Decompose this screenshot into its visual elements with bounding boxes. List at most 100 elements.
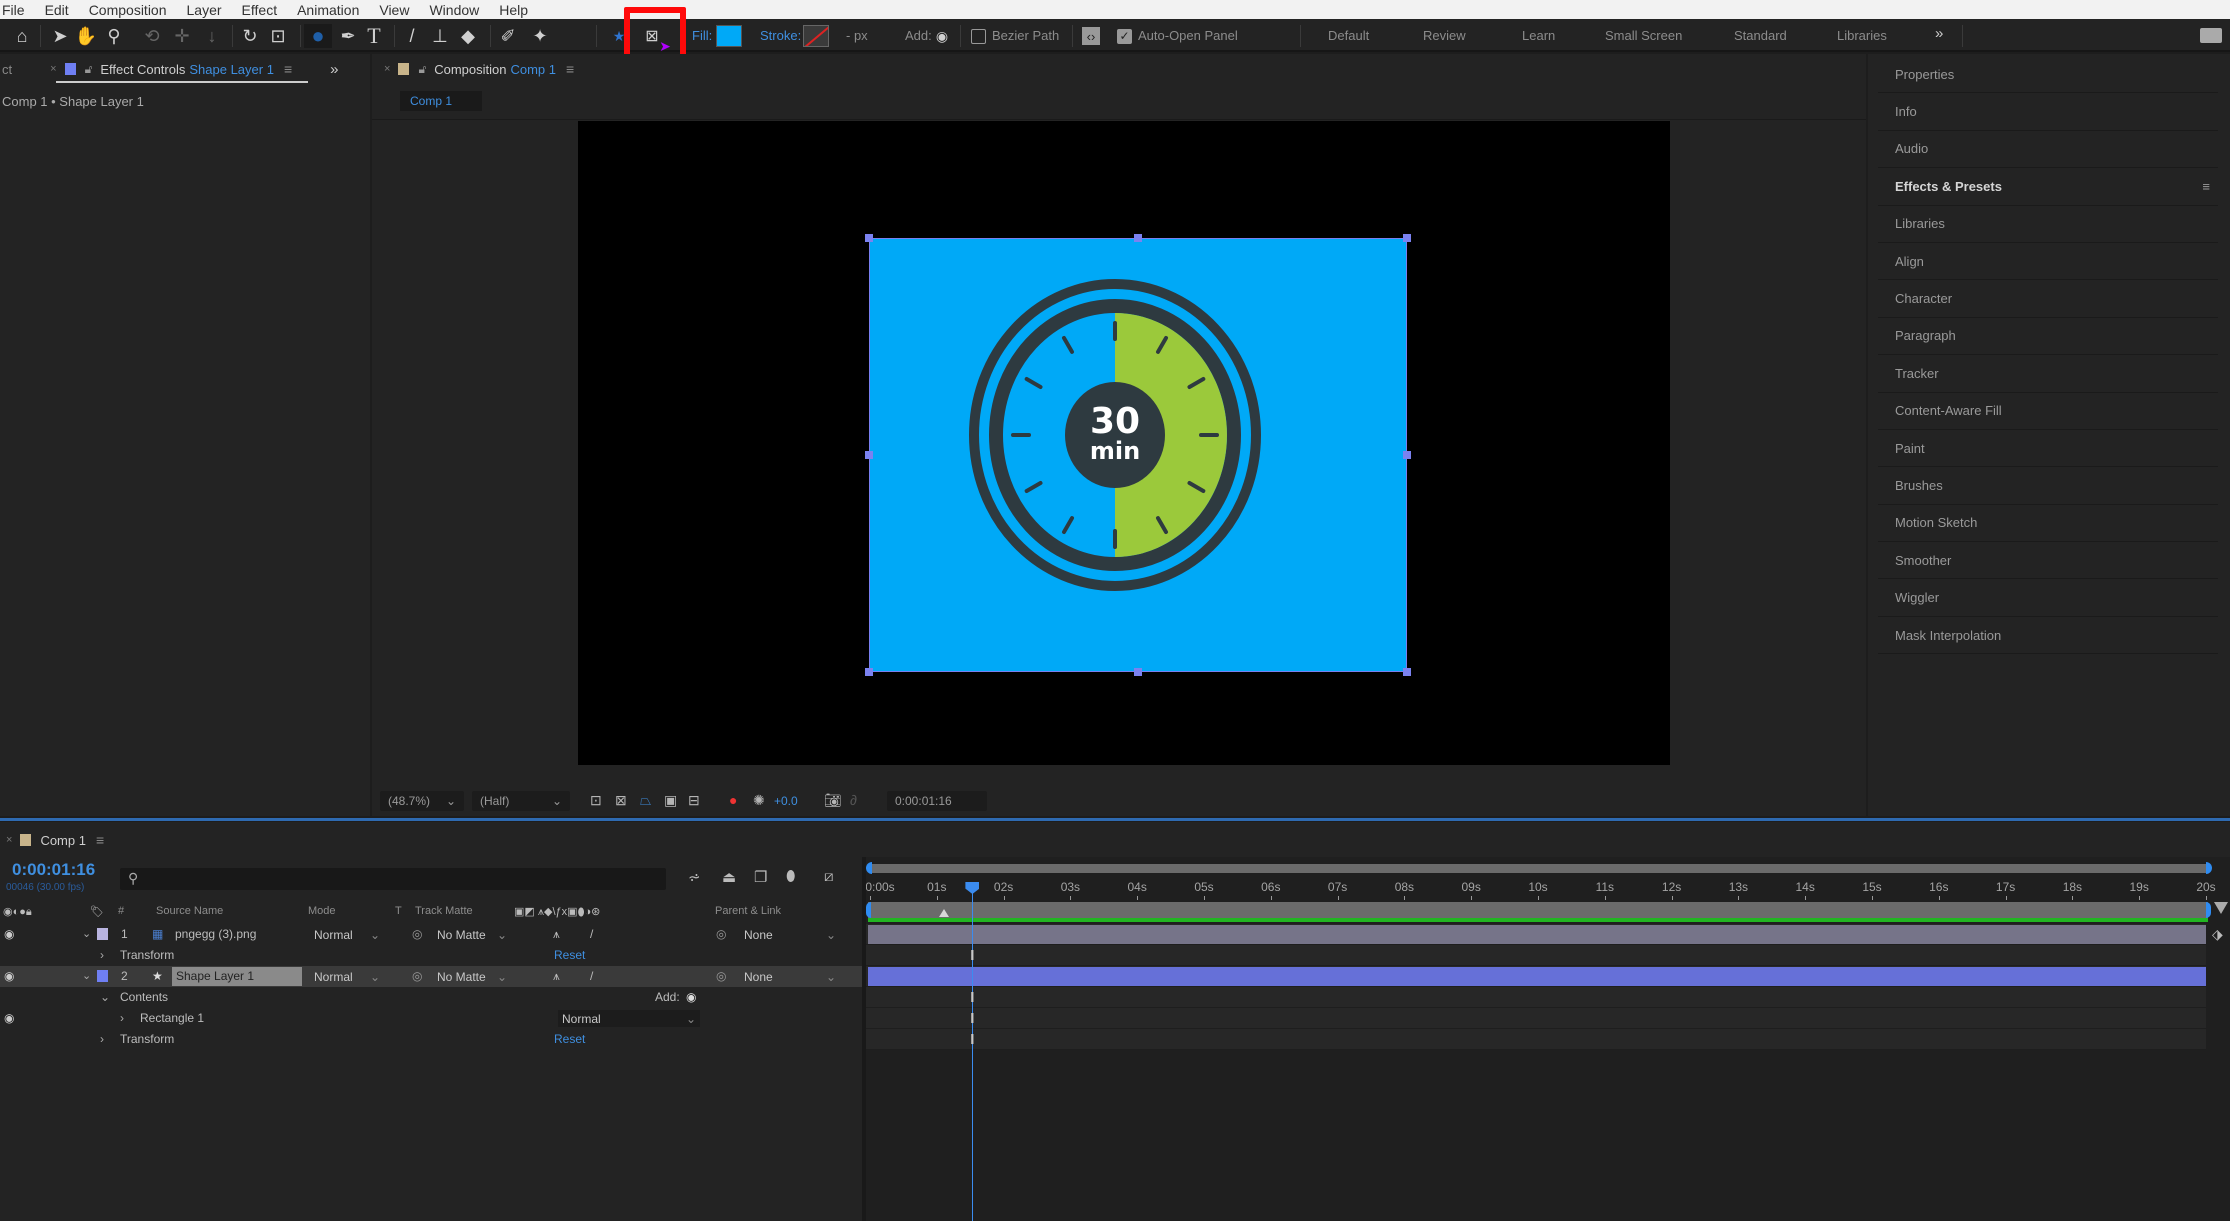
tab-composition[interactable]: Composition: [434, 62, 506, 77]
track-row[interactable]: [866, 987, 2206, 1008]
panel-menu-icon[interactable]: ≡: [96, 832, 104, 848]
workspace-standard[interactable]: Standard: [1734, 28, 1787, 43]
transform-handle[interactable]: [1403, 668, 1411, 676]
frame-blending-icon[interactable]: ❐: [754, 868, 767, 886]
panel-item-smoother[interactable]: Smoother: [1878, 542, 2218, 580]
panel-item-properties[interactable]: Properties: [1878, 56, 2218, 94]
grid-guide-icon[interactable]: ▣: [664, 792, 677, 809]
layer-name[interactable]: pngegg (3).png: [175, 927, 256, 941]
fill-swatch[interactable]: [716, 25, 742, 47]
dolly-camera-icon[interactable]: ↓: [200, 24, 224, 48]
comp-marker-icon[interactable]: [939, 909, 949, 917]
tab-effect-controls-layer[interactable]: Shape Layer 1: [189, 62, 274, 77]
expand-chevron-icon[interactable]: ›: [100, 1032, 104, 1046]
source-name-header[interactable]: Source Name: [156, 905, 223, 917]
menu-composition[interactable]: Composition: [89, 2, 167, 18]
panel-item-tracker[interactable]: Tracker: [1878, 355, 2218, 393]
close-tab-icon[interactable]: ×: [6, 834, 12, 846]
exposure-value[interactable]: +0.0: [774, 794, 798, 808]
panel-item-paragraph[interactable]: Paragraph: [1878, 318, 2218, 356]
work-area-start-handle[interactable]: [866, 862, 872, 874]
workspace-overflow-button[interactable]: »: [1935, 25, 1943, 42]
menu-effect[interactable]: Effect: [242, 2, 278, 18]
panel-item-libraries[interactable]: Libraries: [1878, 206, 2218, 243]
workspace-learn[interactable]: Learn: [1522, 28, 1555, 43]
workspace-default[interactable]: Default: [1328, 28, 1369, 43]
transform-group-label[interactable]: Transform: [120, 948, 174, 962]
search-help-icon[interactable]: [2200, 28, 2222, 43]
stroke-width-value[interactable]: - px: [846, 28, 868, 43]
panel-item-info[interactable]: Info: [1878, 93, 2218, 131]
pan-camera-icon[interactable]: ✛: [170, 24, 194, 48]
hand-tool-icon[interactable]: ✋: [74, 24, 98, 48]
shape-layer-rectangle[interactable]: 30 min: [865, 234, 1411, 676]
panel-item-motion-sketch[interactable]: Motion Sketch: [1878, 505, 2218, 543]
track-row[interactable]: [866, 1029, 2206, 1050]
shy-switch-icon[interactable]: ⩚: [553, 969, 560, 984]
panel-menu-icon[interactable]: ≡: [2202, 179, 2210, 194]
graph-editor-icon[interactable]: ⧄: [824, 868, 834, 885]
panel-item-wiggler[interactable]: Wiggler: [1878, 579, 2218, 617]
previous-tab-fragment[interactable]: ct: [2, 62, 12, 77]
blend-mode-dropdown[interactable]: Normal ⌄: [558, 1010, 700, 1027]
reset-transform-link[interactable]: Reset: [554, 948, 585, 962]
lock-icon[interactable]: 🔓︎: [85, 62, 93, 77]
mask-visibility-icon[interactable]: ⏢: [640, 792, 651, 809]
shy-switch-icon[interactable]: ⩚: [553, 927, 560, 942]
rotation-tool-icon[interactable]: ↻: [238, 24, 262, 48]
tab-composition-name[interactable]: Comp 1: [510, 62, 556, 77]
expand-chevron-icon[interactable]: ⌄: [82, 969, 91, 982]
layer-name-input[interactable]: Shape Layer 1: [172, 967, 302, 986]
expand-chevron-icon[interactable]: ⌄: [100, 990, 110, 1004]
workspace-small-screen[interactable]: Small Screen: [1605, 28, 1682, 43]
layer-search-input[interactable]: ⚲: [120, 868, 666, 890]
panel-item-character[interactable]: Character: [1878, 280, 2218, 318]
puppet-pin-tool-icon[interactable]: ✦: [528, 24, 552, 48]
transform-handle[interactable]: [1403, 234, 1411, 242]
menu-edit[interactable]: Edit: [45, 2, 69, 18]
transform-handle[interactable]: [1403, 451, 1411, 459]
eraser-tool-icon[interactable]: ◆: [456, 24, 480, 48]
label-color-swatch[interactable]: [97, 928, 108, 940]
comp-button-icon[interactable]: ⬗: [2212, 926, 2223, 943]
draft-3d-icon[interactable]: ⏏: [722, 868, 736, 886]
track-matte-dropdown[interactable]: No Matte ⌄: [433, 926, 511, 943]
in-point-marker[interactable]: [866, 902, 871, 918]
comp-end-marker-icon[interactable]: [2214, 902, 2228, 914]
tab-timeline-comp[interactable]: Comp 1: [40, 833, 86, 848]
track-matte-pickwhip-icon[interactable]: ◎: [412, 969, 422, 983]
clone-stamp-tool-icon[interactable]: ⊥: [428, 24, 452, 48]
track-row[interactable]: [866, 924, 2206, 945]
selection-tool-icon[interactable]: ➤: [48, 24, 72, 48]
transform-handle[interactable]: [1134, 234, 1142, 242]
transform-handle[interactable]: [865, 668, 873, 676]
current-time-field[interactable]: 0:00:01:16: [887, 791, 987, 811]
layer-row[interactable]: ◉ ⌄ 2 ★ Shape Layer 1 Normal ⌄ ◎ No Matte ⌄ ⩚ / ◎ Non…: [0, 966, 862, 987]
playhead-line[interactable]: [972, 884, 974, 1221]
close-tab-icon[interactable]: ×: [50, 63, 56, 75]
panel-item-align[interactable]: Align: [1878, 243, 2218, 281]
current-time-display[interactable]: 0:00:01:16: [12, 860, 95, 880]
track-row[interactable]: [866, 945, 2206, 966]
type-tool-icon[interactable]: T: [362, 23, 386, 48]
transform-group-label[interactable]: Transform: [120, 1032, 174, 1046]
workspace-review[interactable]: Review: [1423, 28, 1466, 43]
layer-duration-bar[interactable]: [868, 967, 2206, 986]
visibility-eye-icon[interactable]: ◉: [4, 969, 14, 983]
tab-effect-controls[interactable]: Effect Controls: [100, 62, 185, 77]
out-point-marker[interactable]: [2206, 902, 2211, 918]
parent-dropdown[interactable]: None ⌄: [740, 926, 840, 943]
transform-handle[interactable]: [1134, 668, 1142, 676]
panel-item-content-aware-fill[interactable]: Content-Aware Fill: [1878, 393, 2218, 430]
panel-menu-icon[interactable]: ≡: [566, 61, 574, 77]
track-matte-pickwhip-icon[interactable]: ◎: [412, 927, 422, 941]
transparency-grid-icon[interactable]: ⊠: [615, 792, 627, 809]
auto-open-panel-checkbox[interactable]: ✓: [1117, 29, 1132, 44]
menu-animation[interactable]: Animation: [297, 2, 359, 18]
roto-brush-tool-icon[interactable]: ✐: [496, 24, 520, 48]
track-row[interactable]: [866, 1008, 2206, 1029]
parent-pickwhip-icon[interactable]: ◎: [716, 927, 726, 941]
bezier-path-checkbox[interactable]: [971, 29, 986, 44]
graph-editor-icon[interactable]: ‹›: [1082, 27, 1100, 45]
menu-window[interactable]: Window: [429, 2, 479, 18]
